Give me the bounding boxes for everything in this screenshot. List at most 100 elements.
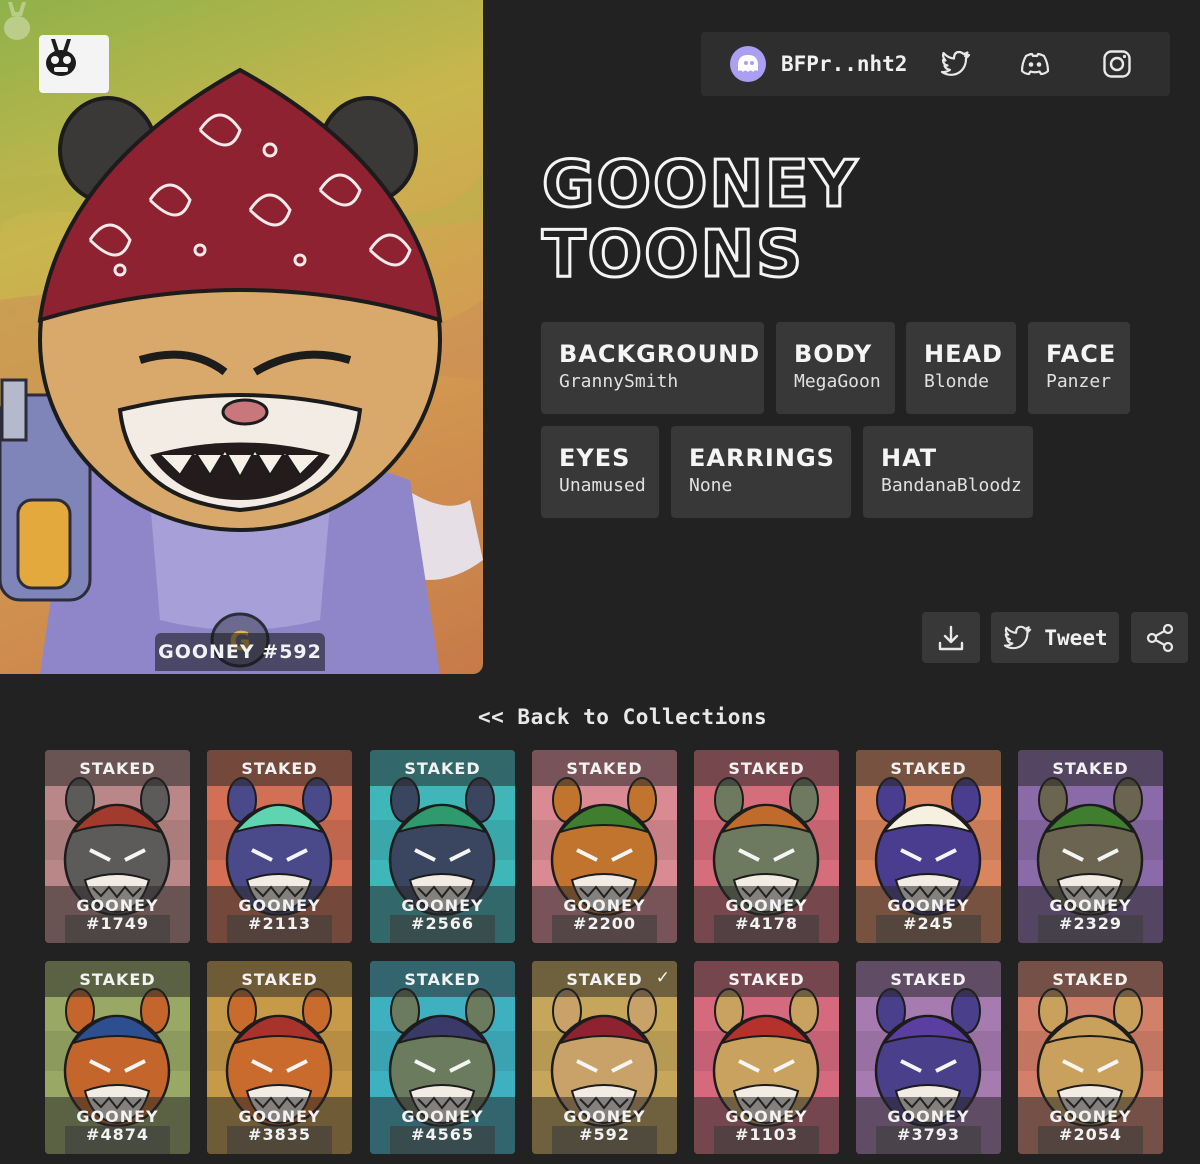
nft-number: #1749 — [86, 913, 149, 933]
download-icon — [938, 625, 964, 650]
nft-card[interactable]: STAKED GOONEY #1103 — [694, 961, 839, 1154]
hero-artwork: GOONEY #592 — [0, 0, 483, 674]
trait-background: BACKGROUND GrannySmith — [541, 322, 764, 414]
staked-badge: STAKED — [856, 961, 1001, 997]
instagram-icon[interactable] — [1101, 48, 1133, 80]
nft-card[interactable]: STAKED ✓ GOONEY #592 — [532, 961, 677, 1154]
trait-head: HEAD Blonde — [906, 322, 1016, 414]
trait-value: None — [689, 475, 733, 496]
nft-name: GOONEY — [76, 895, 159, 915]
nft-name: GOONEY — [1049, 895, 1132, 915]
staked-badge: STAKED — [207, 750, 352, 786]
trait-name: EARRINGS — [689, 444, 835, 472]
trait-value: BandanaBloodz — [881, 475, 1022, 496]
nft-name: GOONEY — [238, 895, 321, 915]
nft-name: GOONEY — [725, 1106, 808, 1126]
trait-value: MegaGoon — [794, 371, 881, 392]
nft-card-caption: GOONEY #2113 — [207, 886, 352, 943]
nft-card-caption: GOONEY #2200 — [532, 886, 677, 943]
share-button[interactable] — [1131, 612, 1188, 663]
trait-name: EYES — [559, 444, 631, 472]
trait-value: Blonde — [924, 371, 990, 392]
tweet-button[interactable]: Tweet — [991, 612, 1119, 663]
nft-card-caption: GOONEY #4874 — [45, 1097, 190, 1154]
nft-card-caption: GOONEY #3793 — [856, 1097, 1001, 1154]
trait-name: HEAD — [924, 340, 1003, 368]
nft-card-caption: GOONEY #2054 — [1018, 1097, 1163, 1154]
staked-badge: STAKED — [370, 750, 515, 786]
selected-checkmark-icon: ✓ — [655, 968, 670, 988]
nft-name: GOONEY — [401, 895, 484, 915]
wallet-address[interactable]: BFPr..nht2 — [781, 52, 907, 76]
nft-card[interactable]: STAKED GOONEY #2113 — [207, 750, 352, 943]
nft-name: GOONEY — [401, 1106, 484, 1126]
staked-badge: STAKED — [45, 750, 190, 786]
nft-card-caption: GOONEY #245 — [856, 886, 1001, 943]
nft-number: #2113 — [248, 913, 311, 933]
nft-card[interactable]: STAKED GOONEY #3835 — [207, 961, 352, 1154]
nft-number: #4874 — [86, 1124, 149, 1144]
staked-badge: STAKED — [45, 961, 190, 997]
staked-badge: STAKED — [694, 961, 839, 997]
staked-badge: STAKED — [694, 750, 839, 786]
gooney-logo[interactable] — [39, 35, 109, 93]
nft-name: GOONEY — [887, 1106, 970, 1126]
nft-name: GOONEY — [887, 895, 970, 915]
collection-title: GOONEY TOONS — [541, 148, 859, 292]
nft-card[interactable]: STAKED GOONEY #2329 — [1018, 750, 1163, 943]
title-line-2: TOONS — [541, 218, 805, 292]
nft-card[interactable]: STAKED GOONEY #2054 — [1018, 961, 1163, 1154]
gooney-artwork: G — [0, 67, 483, 674]
tweet-label: Tweet — [1044, 625, 1108, 650]
nft-name: GOONEY — [725, 895, 808, 915]
nft-card-caption: GOONEY #1749 — [45, 886, 190, 943]
trait-name: BACKGROUND — [559, 340, 761, 368]
nft-number: #592 — [579, 1124, 630, 1144]
staked-badge: STAKED — [1018, 750, 1163, 786]
nft-card[interactable]: STAKED GOONEY #4874 — [45, 961, 190, 1154]
trait-name: FACE — [1046, 340, 1117, 368]
nft-card-caption: GOONEY #3835 — [207, 1097, 352, 1154]
nft-number: #245 — [903, 913, 954, 933]
trait-value: Panzer — [1046, 371, 1112, 392]
nft-name: GOONEY — [563, 895, 646, 915]
nft-card-caption: GOONEY #4178 — [694, 886, 839, 943]
nft-name: GOONEY — [238, 1106, 321, 1126]
nft-card[interactable]: STAKED GOONEY #4565 — [370, 961, 515, 1154]
trait-value: Unamused — [559, 475, 646, 496]
download-button[interactable] — [922, 612, 980, 663]
nft-card[interactable]: STAKED GOONEY #4178 — [694, 750, 839, 943]
top-bar: BFPr..nht2 — [701, 32, 1170, 96]
nft-number: #1103 — [735, 1124, 798, 1144]
twitter-icon[interactable] — [940, 48, 972, 80]
share-icon — [1146, 623, 1173, 652]
hero-caption: GOONEY #592 — [155, 633, 325, 671]
nft-name: GOONEY — [563, 1106, 646, 1126]
nft-card[interactable]: STAKED GOONEY #3793 — [856, 961, 1001, 1154]
nft-number: #3793 — [897, 1124, 960, 1144]
nft-card[interactable]: STAKED GOONEY #245 — [856, 750, 1001, 943]
nft-number: #4565 — [411, 1124, 474, 1144]
twitter-icon — [1004, 625, 1032, 649]
nft-card-caption: GOONEY #2566 — [370, 886, 515, 943]
nft-card[interactable]: STAKED GOONEY #2200 — [532, 750, 677, 943]
back-to-collections-link[interactable]: << Back to Collections — [478, 705, 767, 729]
title-line-1: GOONEY — [541, 148, 859, 222]
nft-name: GOONEY — [76, 1106, 159, 1126]
nft-number: #4178 — [735, 913, 798, 933]
nft-number: #2054 — [1059, 1124, 1122, 1144]
trait-body: BODY MegaGoon — [776, 322, 895, 414]
nft-name: GOONEY — [1049, 1106, 1132, 1126]
nft-card-caption: GOONEY #2329 — [1018, 886, 1163, 943]
trait-name: BODY — [794, 340, 873, 368]
wallet-ghost-icon[interactable] — [730, 46, 766, 82]
discord-icon[interactable] — [1019, 48, 1051, 80]
nft-card[interactable]: STAKED GOONEY #2566 — [370, 750, 515, 943]
nft-card-caption: GOONEY #1103 — [694, 1097, 839, 1154]
bunny-logo-icon — [46, 39, 76, 76]
nft-card[interactable]: STAKED GOONEY #1749 — [45, 750, 190, 943]
nft-number: #2200 — [573, 913, 636, 933]
trait-earrings: EARRINGS None — [671, 426, 851, 518]
nft-number: #3835 — [248, 1124, 311, 1144]
watermark-icon — [4, 2, 30, 40]
